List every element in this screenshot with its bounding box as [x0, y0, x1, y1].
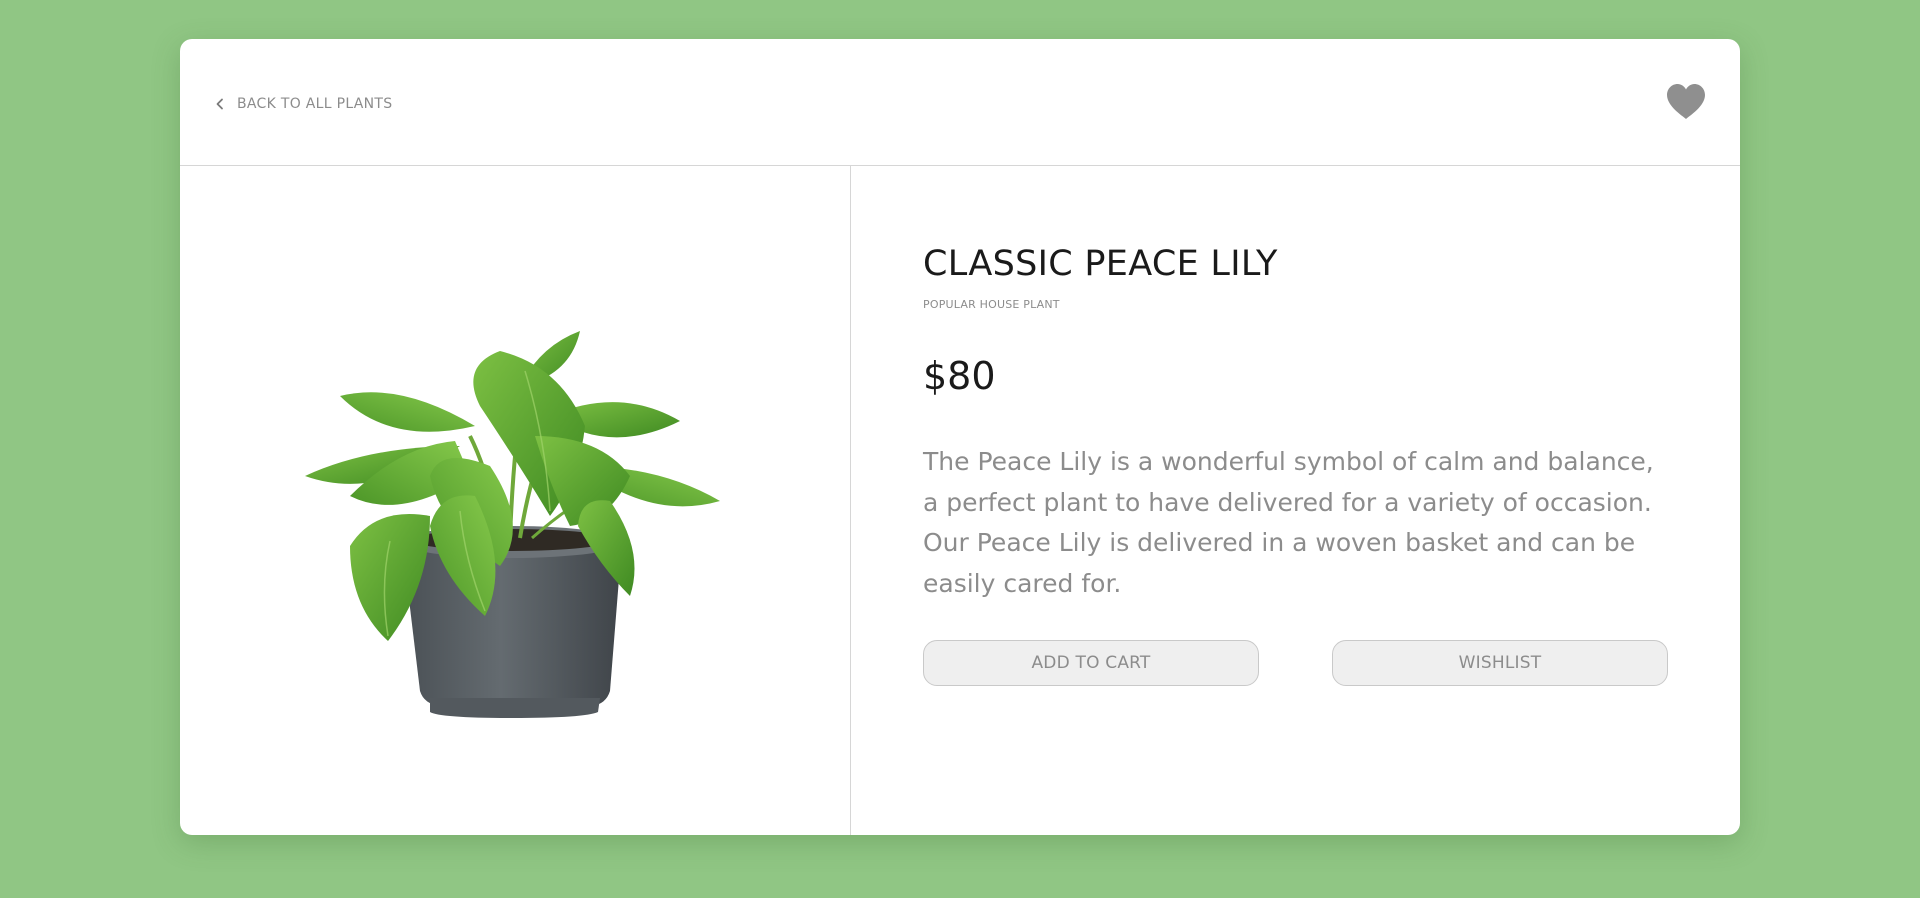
wishlist-button[interactable]: WISHLIST: [1332, 640, 1668, 686]
product-description: The Peace Lily is a wonderful symbol of …: [923, 447, 1654, 598]
product-details: CLASSIC PEACE LILY POPULAR HOUSE PLANT $…: [923, 166, 1683, 835]
chevron-left-icon: [215, 98, 225, 110]
product-category: POPULAR HOUSE PLANT: [923, 298, 1060, 311]
product-image-panel: [180, 166, 850, 835]
back-to-all-plants-link[interactable]: BACK TO ALL PLANTS: [215, 93, 392, 115]
back-link-label: BACK TO ALL PLANTS: [237, 96, 393, 112]
vertical-divider: [850, 166, 851, 835]
add-to-cart-button[interactable]: ADD TO CART: [923, 640, 1259, 686]
product-price: $80: [923, 354, 996, 398]
product-card: BACK TO ALL PLANTS CLASSIC PEACE LILY PO…: [180, 39, 1740, 835]
product-title: CLASSIC PEACE LILY: [923, 244, 1278, 284]
plant-image: [305, 331, 720, 718]
card-header: BACK TO ALL PLANTS: [180, 39, 1740, 166]
heart-icon[interactable]: [1666, 83, 1706, 121]
